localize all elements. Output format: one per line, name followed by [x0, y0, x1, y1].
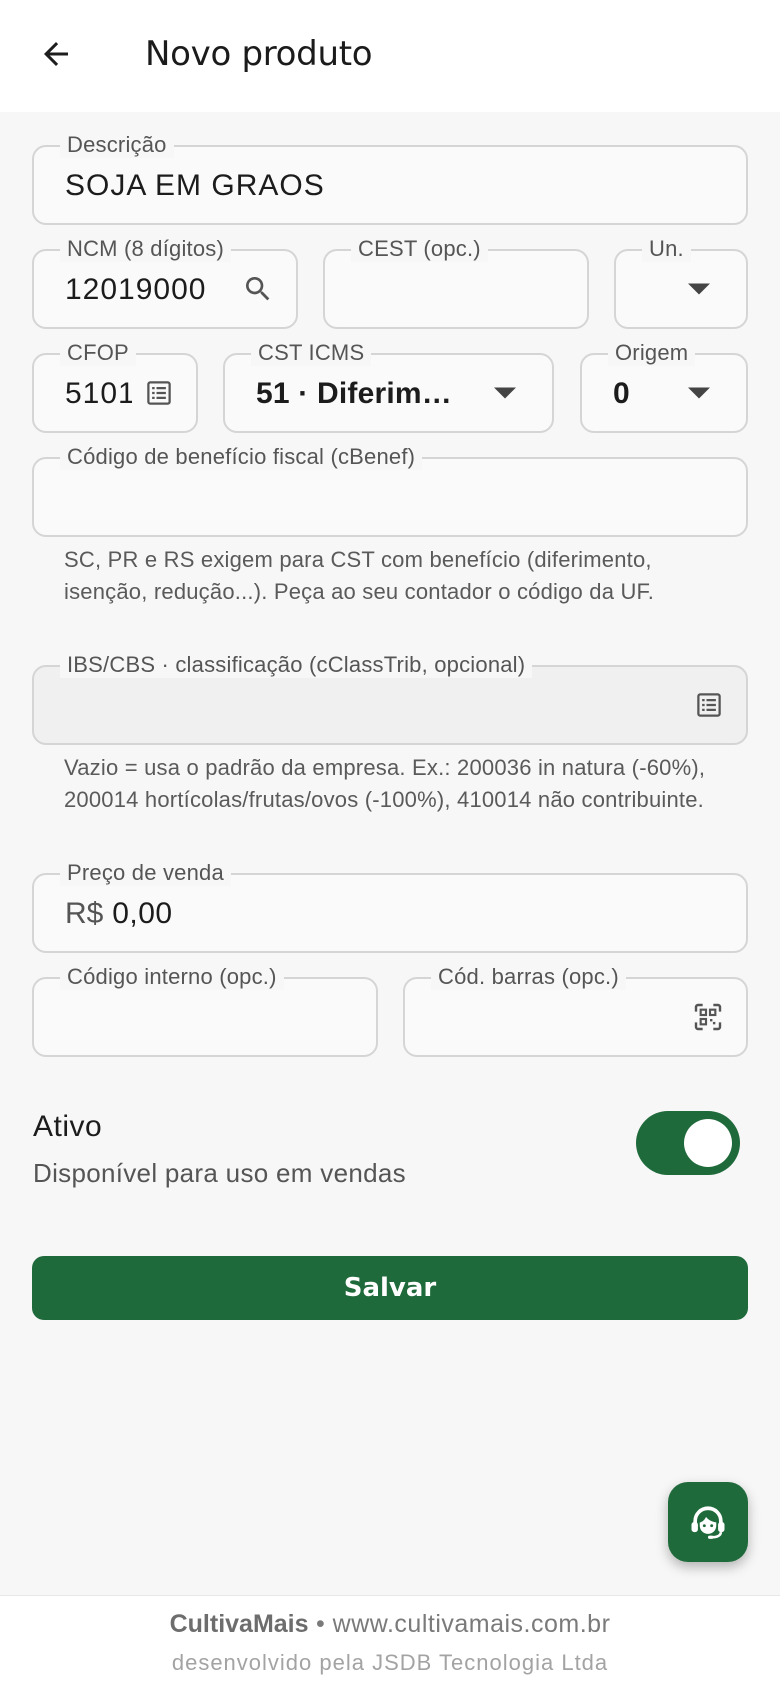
footer: CultivaMais • www.cultivamais.com.br des… [0, 1595, 780, 1688]
origem-select[interactable]: Origem 0 [580, 340, 748, 433]
arrow-left-icon [44, 42, 68, 66]
preco-value: 0,00 [112, 897, 173, 930]
list-icon[interactable] [144, 378, 174, 408]
origem-value: 0 [613, 377, 630, 410]
codigo-interno-field[interactable]: Código interno (opc.) [32, 964, 378, 1057]
footer-brand: CultivaMais [169, 1610, 309, 1638]
list-icon[interactable] [694, 690, 724, 720]
ncm-label: NCM (8 dígitos) [60, 236, 232, 262]
page-title: Novo produto [145, 34, 373, 74]
ativo-title: Ativo [33, 1110, 103, 1143]
cst-icms-select[interactable]: CST ICMS 51 · Diferimento [223, 340, 554, 433]
support-fab-button[interactable] [668, 1482, 748, 1562]
unidade-select[interactable]: Un. [614, 236, 748, 329]
codigo-barras-field[interactable]: Cód. barras (opc.) [403, 964, 748, 1057]
cclasstrib-field[interactable]: IBS/CBS · classificação (cClassTrib, opc… [32, 652, 748, 745]
cbenef-helper-text: SC, PR e RS exigem para CST com benefíci… [64, 547, 655, 604]
codigo-interno-label: Código interno (opc.) [60, 964, 284, 990]
support-agent-icon [691, 1506, 725, 1539]
codigo-barras-label: Cód. barras (opc.) [431, 964, 626, 990]
unidade-label: Un. [642, 236, 691, 262]
app-bar: Novo produto [0, 0, 780, 112]
preco-field[interactable]: Preço de venda R$ 0,00 [32, 860, 748, 953]
barcode-scan-icon[interactable] [692, 1001, 724, 1033]
cbenef-field[interactable]: Código de benefício fiscal (cBenef) [32, 444, 748, 537]
preco-label: Preço de venda [60, 860, 231, 886]
search-icon[interactable] [242, 273, 274, 305]
save-button[interactable]: Salvar [32, 1256, 748, 1320]
cfop-value: 5101 [65, 377, 132, 410]
descricao-label: Descrição [60, 132, 174, 158]
toggle-knob [684, 1119, 732, 1167]
cfop-label: CFOP [60, 340, 136, 366]
descricao-field[interactable]: Descrição SOJA EM GRAOS [32, 132, 748, 225]
back-button[interactable] [30, 28, 82, 80]
ativo-subtitle: Disponível para uso em vendas [33, 1158, 406, 1188]
chevron-down-icon [688, 387, 710, 399]
cst-icms-value: 51 · Diferimento [256, 377, 466, 410]
cest-label: CEST (opc.) [351, 236, 488, 262]
ncm-value: 12019000 [65, 273, 207, 306]
cst-icms-label: CST ICMS [251, 340, 372, 366]
currency-prefix: R$ [65, 897, 104, 930]
footer-credit: desenvolvido pela JSDB Tecnologia Ltda [171, 1650, 609, 1675]
chevron-down-icon [688, 283, 710, 295]
descricao-value: SOJA EM GRAOS [65, 169, 325, 202]
footer-url[interactable]: • www.cultivamais.com.br [316, 1610, 610, 1638]
cclasstrib-helper-text: Vazio = usa o padrão da empresa. Ex.: 20… [64, 755, 706, 812]
cfop-field[interactable]: CFOP 5101 [32, 340, 198, 433]
cbenef-label: Código de benefício fiscal (cBenef) [60, 444, 423, 470]
ncm-field[interactable]: NCM (8 dígitos) 12019000 [32, 236, 298, 329]
ativo-toggle[interactable] [636, 1111, 740, 1175]
origem-label: Origem [608, 340, 696, 366]
cest-field[interactable]: CEST (opc.) [323, 236, 589, 329]
chevron-down-icon [494, 387, 516, 399]
cclasstrib-label: IBS/CBS · classificação (cClassTrib, opc… [60, 652, 533, 678]
